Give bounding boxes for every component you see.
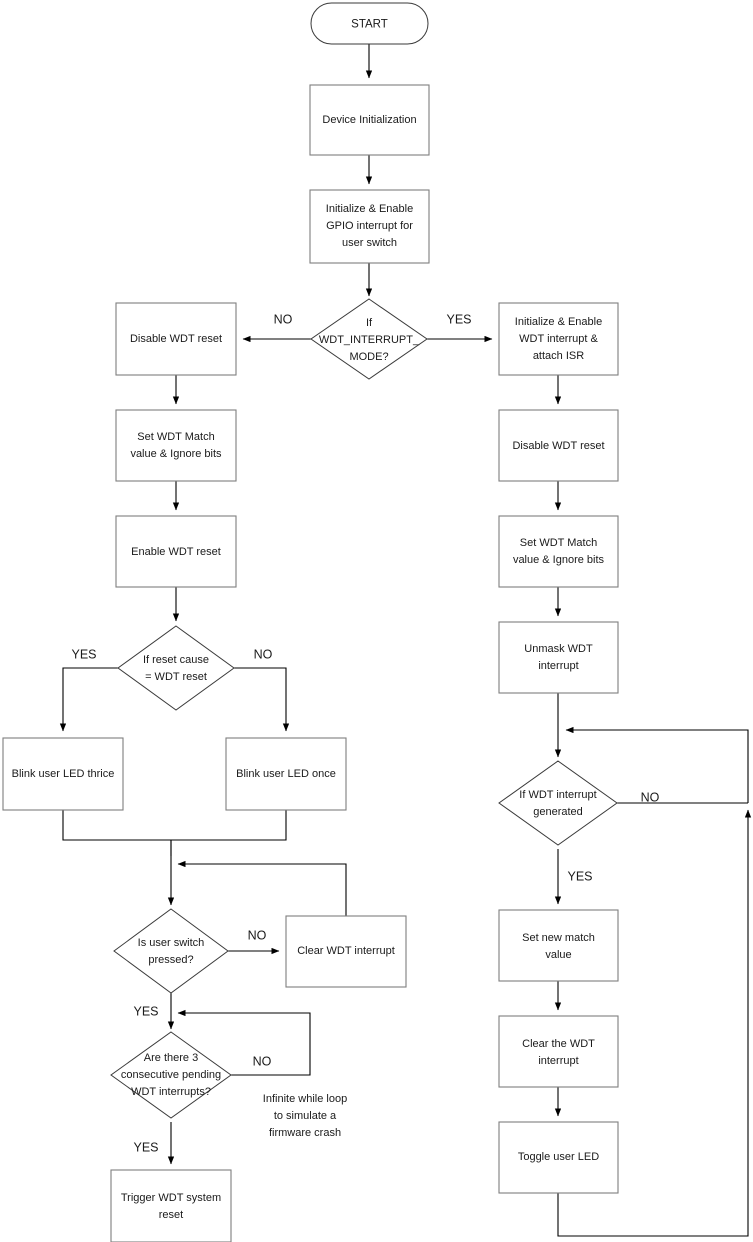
edge-label-wdt-int-no: NO	[641, 790, 660, 804]
enable-wdt-reset-label: Enable WDT reset	[131, 546, 221, 558]
start-label: START	[351, 19, 388, 31]
set-match-right-line1: Set WDT Match	[520, 537, 597, 549]
annotation-firmware-crash: Infinite while loop to simulate a firmwa…	[263, 1093, 347, 1139]
wdt-int-decision-line2: generated	[533, 806, 583, 818]
pending-decision-line2: consecutive pending	[121, 1069, 221, 1081]
edge-label-reset-cause-no: NO	[254, 647, 273, 661]
device-init-label: Device Initialization	[322, 114, 416, 126]
edge-label-mode-no: NO	[274, 312, 293, 326]
set-new-match-shape	[498, 909, 619, 982]
clear-wdt-left-label: Clear WDT interrupt	[297, 945, 395, 957]
disable-wdt-right-label: Disable WDT reset	[512, 440, 604, 452]
node-blink-led-once[interactable]: Blink user LED once	[225, 737, 347, 811]
node-gpio-init[interactable]: Initialize & Enable GPIO interrupt for u…	[309, 189, 430, 264]
edge-label-switch-no: NO	[248, 928, 267, 942]
init-wdt-isr-line1: Initialize & Enable	[515, 316, 602, 328]
edge-label-mode-yes: YES	[446, 312, 471, 326]
crash-note-line3: firmware crash	[269, 1127, 341, 1139]
mode-decision-label-line3: MODE?	[349, 351, 388, 363]
reset-cause-line1: If reset cause	[143, 654, 209, 666]
mode-decision-label-line2: WDT_INTERRUPT_	[319, 334, 420, 346]
switch-decision-line1: Is user switch	[138, 937, 205, 949]
clear-wdt-right-line2: interrupt	[538, 1055, 578, 1067]
node-disable-wdt-reset-right[interactable]: Disable WDT reset	[498, 409, 619, 482]
trigger-reset-line2: reset	[159, 1209, 183, 1221]
node-set-wdt-match-right[interactable]: Set WDT Match value & Ignore bits	[498, 515, 619, 588]
gpio-init-label-line2: GPIO interrupt for	[326, 220, 413, 232]
set-new-match-line1: Set new match	[522, 932, 595, 944]
flowchart-canvas: START Device Initialization Initialize &…	[0, 0, 753, 1242]
edge-label-pending-no: NO	[253, 1054, 272, 1068]
gpio-init-label-line3: user switch	[342, 237, 397, 249]
set-match-left-line1: Set WDT Match	[137, 431, 214, 443]
node-three-pending-decision[interactable]: Are there 3 consecutive pending WDT inte…	[110, 1031, 232, 1119]
node-clear-wdt-interrupt-left[interactable]: Clear WDT interrupt	[285, 915, 407, 988]
disable-wdt-left-label: Disable WDT reset	[130, 333, 222, 345]
clear-wdt-right-line1: Clear the WDT	[522, 1038, 595, 1050]
switch-decision-line2: pressed?	[148, 954, 193, 966]
edge-label-wdt-int-yes: YES	[567, 869, 592, 883]
init-wdt-isr-line2: WDT interrupt &	[519, 333, 598, 345]
blink-once-label: Blink user LED once	[236, 768, 336, 780]
blink-thrice-label: Blink user LED thrice	[12, 768, 115, 780]
node-enable-wdt-reset[interactable]: Enable WDT reset	[115, 515, 237, 588]
node-start[interactable]: START	[310, 2, 429, 45]
unmask-wdt-line2: interrupt	[538, 660, 578, 672]
node-reset-cause-decision[interactable]: If reset cause = WDT reset	[117, 625, 235, 711]
gpio-init-label-line1: Initialize & Enable	[326, 203, 413, 215]
node-user-switch-decision[interactable]: Is user switch pressed?	[113, 908, 229, 994]
reset-cause-line2: = WDT reset	[145, 671, 207, 683]
crash-note-line2: to simulate a	[274, 1110, 337, 1122]
mode-decision-label-line1: If	[366, 317, 373, 329]
toggle-led-label: Toggle user LED	[518, 1151, 599, 1163]
edge-label-reset-cause-yes: YES	[71, 647, 96, 661]
clear-wdt-right-shape	[498, 1015, 619, 1088]
set-match-right-line2: value & Ignore bits	[513, 554, 605, 566]
wdt-int-decision-shape	[498, 760, 618, 846]
edge-reset-cause-yes-to-blink-thrice	[59, 667, 118, 732]
wdt-int-decision-line1: If WDT interrupt	[519, 789, 596, 801]
switch-decision-shape	[113, 908, 229, 994]
init-wdt-isr-line3: attach ISR	[533, 350, 584, 362]
node-layer: START Device Initialization Initialize &…	[2, 2, 660, 1242]
edge-label-pending-yes: YES	[133, 1140, 158, 1154]
node-mode-decision[interactable]: If WDT_INTERRUPT_ MODE?	[310, 298, 428, 380]
pending-decision-line3: WDT interrupts?	[131, 1086, 211, 1098]
crash-note-line1: Infinite while loop	[263, 1093, 347, 1105]
unmask-wdt-shape	[498, 621, 619, 694]
trigger-reset-shape	[110, 1169, 232, 1242]
flowchart-svg: START Device Initialization Initialize &…	[2, 2, 752, 1242]
node-trigger-wdt-system-reset[interactable]: Trigger WDT system reset	[110, 1169, 232, 1242]
edge-blink-thrice-merge	[62, 810, 172, 856]
node-device-initialization[interactable]: Device Initialization	[309, 84, 430, 156]
node-wdt-interrupt-decision[interactable]: If WDT interrupt generated	[498, 760, 618, 846]
set-match-left-line2: value & Ignore bits	[130, 448, 222, 460]
edge-reset-cause-no-to-blink-once	[234, 667, 290, 732]
node-clear-wdt-interrupt-right[interactable]: Clear the WDT interrupt	[498, 1015, 619, 1088]
edge-label-switch-yes: YES	[133, 1004, 158, 1018]
reset-cause-shape	[117, 625, 235, 711]
node-blink-led-thrice[interactable]: Blink user LED thrice	[2, 737, 124, 811]
unmask-wdt-line1: Unmask WDT	[524, 643, 593, 655]
edge-blink-once-merge	[171, 810, 287, 841]
node-disable-wdt-reset-left[interactable]: Disable WDT reset	[115, 302, 237, 376]
node-unmask-wdt-interrupt[interactable]: Unmask WDT interrupt	[498, 621, 619, 694]
edge-clear-wdt-loop-back	[177, 860, 347, 916]
pending-decision-line1: Are there 3	[144, 1052, 198, 1064]
node-set-wdt-match-left[interactable]: Set WDT Match value & Ignore bits	[115, 409, 237, 482]
set-new-match-line2: value	[545, 949, 571, 961]
node-set-new-match-value[interactable]: Set new match value	[498, 909, 619, 982]
node-init-wdt-interrupt-isr[interactable]: Initialize & Enable WDT interrupt & atta…	[498, 302, 619, 376]
set-match-right-shape	[498, 515, 619, 588]
set-match-left-shape	[115, 409, 237, 482]
trigger-reset-line1: Trigger WDT system	[121, 1192, 221, 1204]
node-toggle-user-led[interactable]: Toggle user LED	[498, 1121, 619, 1194]
